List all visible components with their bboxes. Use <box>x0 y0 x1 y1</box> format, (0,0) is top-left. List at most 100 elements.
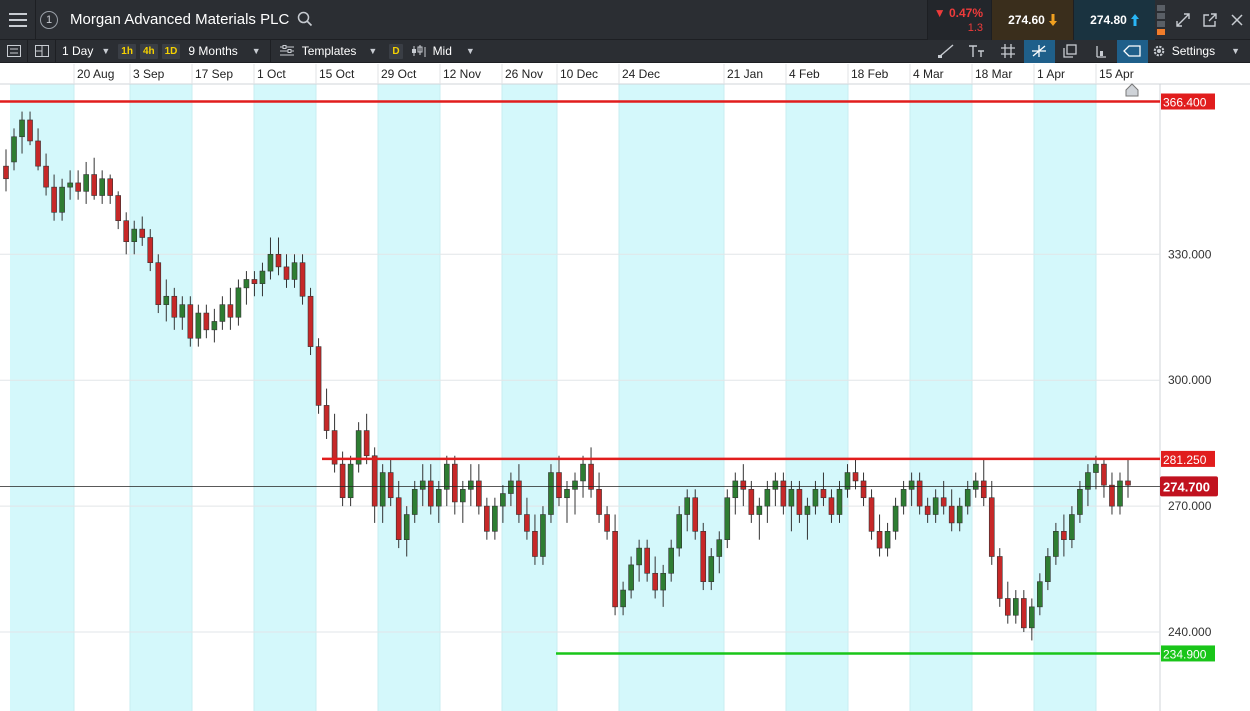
chart-type-button[interactable]: D <box>389 43 403 59</box>
week-band <box>378 84 440 711</box>
search-icon[interactable] <box>297 11 315 29</box>
candle-body <box>836 489 843 515</box>
quick-interval-4h[interactable]: 4h <box>139 43 158 59</box>
candle-body <box>443 463 450 490</box>
label-tool-icon[interactable] <box>1116 39 1148 63</box>
week-band <box>1034 84 1096 711</box>
candle-body <box>868 497 875 532</box>
candle-body <box>908 480 915 490</box>
time-axis-label: 10 Dec <box>560 67 598 81</box>
sell-price: 274.60 <box>1008 12 1045 27</box>
change-percent: ▼ 0.47% <box>933 5 983 20</box>
price-chart[interactable]: 20 Aug 3 Sep 17 Sep 1 Oct 15 Oct 29 Oct 12 Nov… <box>0 64 1250 711</box>
candle-body <box>652 572 658 591</box>
grid-tool-icon[interactable] <box>993 40 1024 63</box>
candle-body <box>235 287 242 318</box>
candle-body <box>972 480 979 490</box>
time-axis-label: 15 Oct <box>319 67 355 81</box>
candle-body <box>660 572 666 591</box>
candle-body <box>83 174 89 192</box>
instrument-number: 1 <box>40 10 58 29</box>
candle-body <box>451 463 458 503</box>
candle-body <box>395 497 402 541</box>
templates-dropdown[interactable]: Templates ▼ <box>274 40 384 63</box>
candle-body <box>1101 463 1107 486</box>
candle-body <box>860 480 867 499</box>
quick-interval-1d[interactable]: 1D <box>161 43 181 59</box>
hamburger-menu-icon[interactable] <box>0 0 36 40</box>
candle-body <box>1012 598 1019 616</box>
candle-body <box>291 262 298 280</box>
candle-body <box>500 493 506 507</box>
candle-body <box>844 472 851 490</box>
candle-body <box>435 489 442 507</box>
quick-interval-1h[interactable]: 1h <box>118 43 136 59</box>
instrument-number-badge[interactable]: 1 <box>36 0 62 40</box>
candle-body <box>131 228 138 242</box>
candle-body <box>940 497 947 507</box>
sell-button[interactable]: 274.60 <box>991 0 1073 40</box>
templates-label: Templates <box>301 44 357 58</box>
candlestick-icon <box>411 45 426 57</box>
candle-body <box>1125 480 1131 486</box>
candle-body <box>668 547 674 574</box>
price-axis-label: 330.000 <box>1168 247 1212 261</box>
candle-body <box>363 430 370 457</box>
candle-body <box>988 497 995 557</box>
candle-body <box>427 480 434 507</box>
candle-body <box>1061 531 1067 541</box>
chevron-down-icon: ▼ <box>465 46 475 56</box>
price-mode-dropdown[interactable]: Mid ▼ <box>405 40 481 63</box>
candle-body <box>123 220 130 242</box>
candle-body <box>764 489 771 507</box>
time-axis-label: 18 Mar <box>975 67 1012 81</box>
close-icon[interactable] <box>1223 0 1250 40</box>
candle-body <box>67 182 73 188</box>
text-tool-icon[interactable] <box>962 40 993 63</box>
indicator-icon[interactable] <box>1086 40 1117 63</box>
candle-body <box>339 463 346 499</box>
resistance-tag: 366.400 <box>1163 96 1207 110</box>
chart-toolbar: 1 Day ▼ 1h 4h 1D 9 Months ▼ Templates ▼ … <box>0 39 1250 63</box>
candle-body <box>227 304 234 318</box>
resistance-tag: 281.250 <box>1163 453 1207 467</box>
interval-dropdown[interactable]: 1 Day ▼ <box>56 40 116 63</box>
crosshair-tool-icon[interactable] <box>1023 39 1055 63</box>
expand-icon[interactable] <box>1169 0 1196 40</box>
candle-body <box>628 564 634 591</box>
popout-icon[interactable] <box>1196 0 1223 40</box>
time-axis-label: 4 Mar <box>913 67 944 81</box>
trendline-tool-icon[interactable] <box>931 40 962 63</box>
candle-body <box>724 497 731 541</box>
candle-body <box>892 505 899 532</box>
layout-icon[interactable] <box>28 39 56 63</box>
candle-body <box>99 178 105 196</box>
candle-body <box>187 304 194 339</box>
settings-button[interactable]: Settings ▼ <box>1148 40 1250 63</box>
candle-body <box>243 279 250 289</box>
chevron-down-icon: ▼ <box>1231 46 1240 56</box>
candle-body <box>540 514 546 557</box>
candle-body <box>492 505 498 532</box>
candle-body <box>748 489 755 515</box>
chevron-down-icon: ▼ <box>368 46 378 56</box>
candle-body <box>604 514 610 532</box>
candle-body <box>684 497 691 515</box>
time-axis-label: 24 Dec <box>622 67 660 81</box>
price-change-display: ▼ 0.47% 1.3 <box>927 0 991 40</box>
duplicate-icon[interactable] <box>1055 40 1086 63</box>
candle-body <box>211 321 218 331</box>
candle-body <box>916 480 923 507</box>
buy-button[interactable]: 274.80 <box>1073 0 1155 40</box>
list-icon[interactable] <box>0 39 28 63</box>
candle-body <box>676 514 683 549</box>
week-band <box>130 84 192 711</box>
range-dropdown[interactable]: 9 Months ▼ <box>182 40 266 63</box>
candle-body <box>548 472 554 515</box>
candle-body <box>411 489 418 515</box>
arrow-up-icon <box>1130 13 1139 26</box>
week-band <box>254 84 316 711</box>
trading-chart-window: 1 Morgan Advanced Materials PLC ▼ 0.47% … <box>0 0 1250 711</box>
chart-area[interactable]: 20 Aug 3 Sep 17 Sep 1 Oct 15 Oct 29 Oct 12 Nov… <box>0 64 1250 711</box>
candle-body <box>948 505 955 524</box>
